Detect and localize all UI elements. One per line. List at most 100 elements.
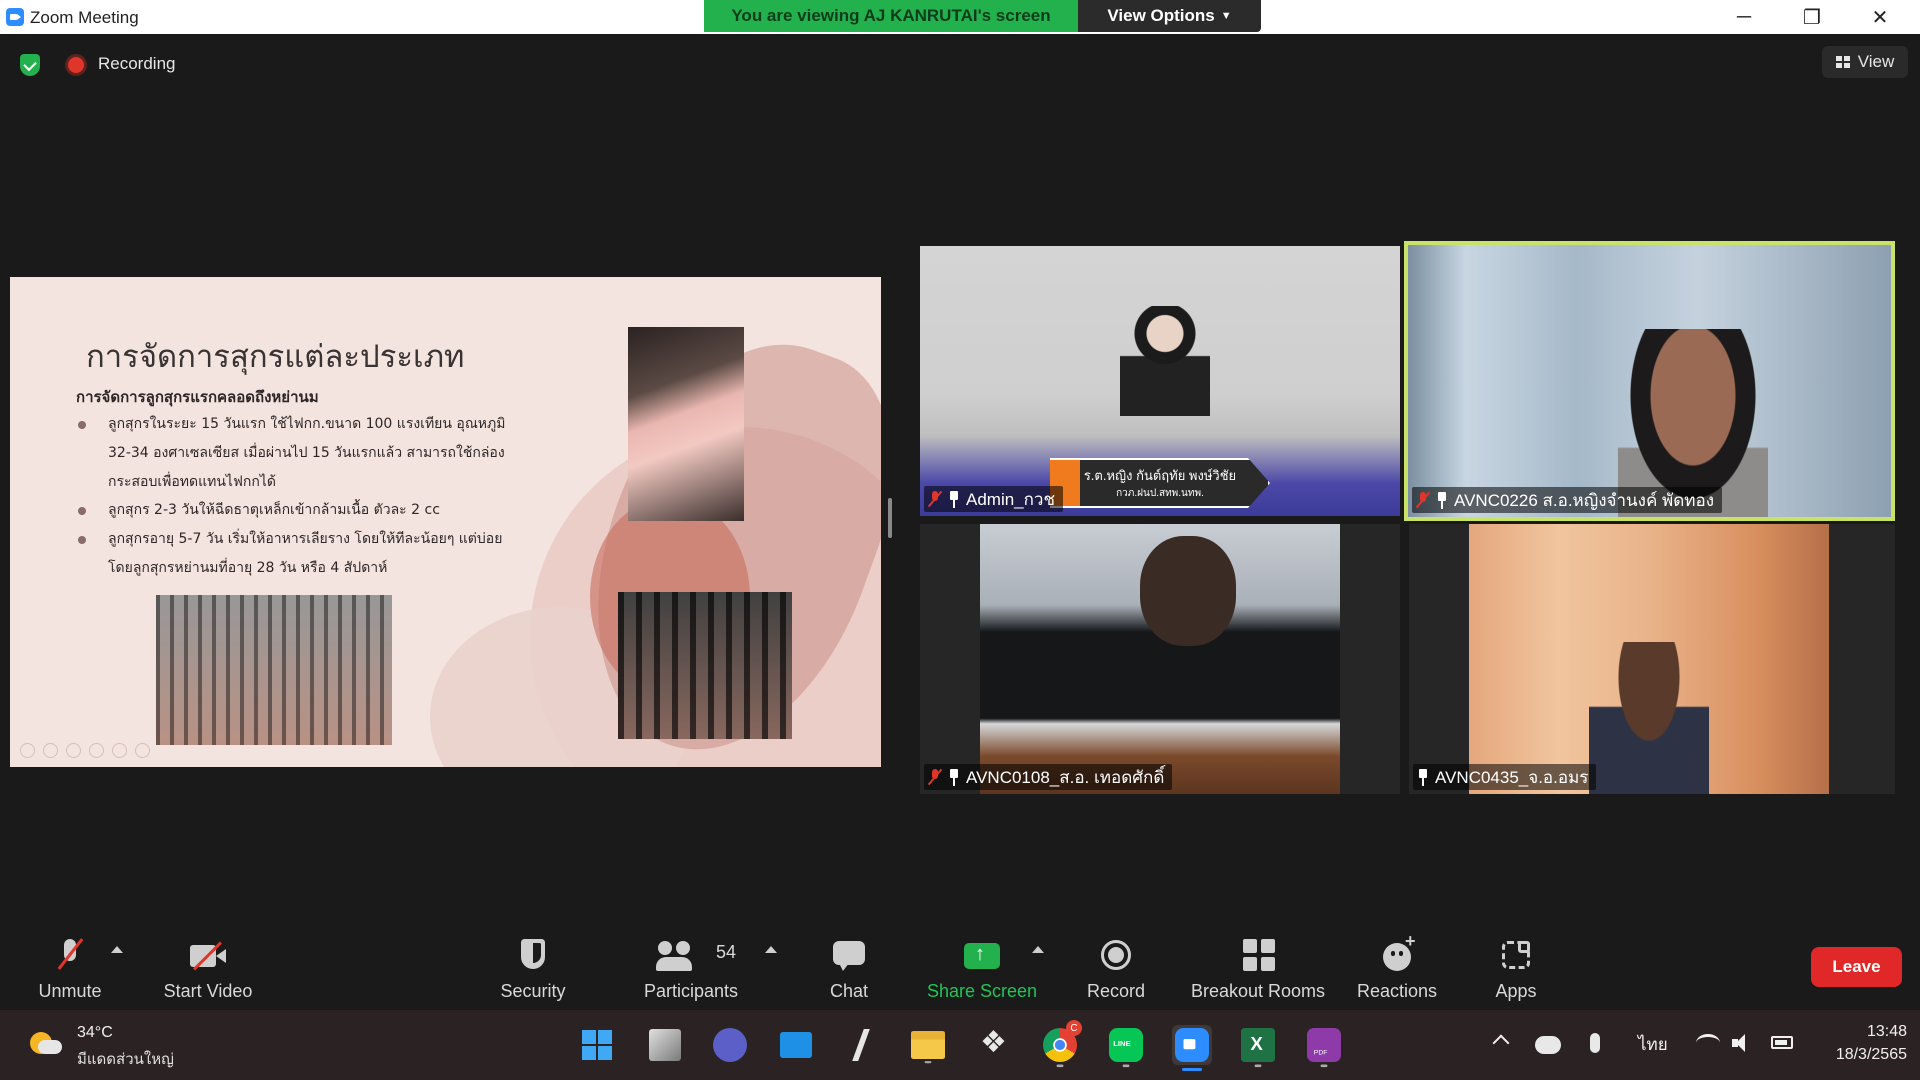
record-icon xyxy=(1096,937,1136,975)
chevron-up-icon[interactable] xyxy=(1490,1028,1512,1050)
participant-figure xyxy=(1589,642,1709,794)
volume-icon[interactable] xyxy=(1732,1034,1752,1052)
excel-icon[interactable] xyxy=(1241,1028,1275,1068)
panel-splitter-handle[interactable] xyxy=(888,498,892,538)
view-options-button[interactable]: View Options ▼ xyxy=(1078,0,1261,32)
share-screen-button[interactable]: Share Screen xyxy=(922,930,1042,1010)
bullet-dot-icon xyxy=(78,536,86,544)
video-tile[interactable]: AVNC0435_จ.อ.อมร xyxy=(1409,524,1895,794)
weather-temperature[interactable]: 34°C xyxy=(77,1024,113,1042)
start-menu-icon[interactable] xyxy=(577,1025,617,1065)
participant-name-bar: AVNC0435_จ.อ.อมร xyxy=(1413,764,1597,790)
battery-icon[interactable] xyxy=(1771,1036,1793,1049)
breakout-rooms-button[interactable]: Breakout Rooms xyxy=(1183,930,1333,1010)
leave-meeting-button[interactable]: Leave xyxy=(1811,947,1902,987)
chat-bubble-icon xyxy=(829,937,869,975)
slide-bullet: ลูกสุกรในระยะ 15 วันแรก ใช้ไฟกก.ขนาด 100… xyxy=(78,410,528,497)
weather-description[interactable]: มีแดดส่วนใหญ่ xyxy=(77,1047,174,1071)
app-bolt-icon[interactable] xyxy=(842,1025,882,1065)
window-title: Zoom Meeting xyxy=(30,8,139,27)
recording-label: Recording xyxy=(98,54,176,73)
participant-figure xyxy=(1120,306,1210,416)
apps-button[interactable]: Apps xyxy=(1478,930,1554,1010)
dropbox-icon[interactable] xyxy=(974,1025,1014,1065)
slide-title: การจัดการสุกรแต่ละประเภท xyxy=(86,339,465,375)
clock-date[interactable]: 18/3/2565 xyxy=(1815,1046,1907,1064)
restore-button[interactable]: ❐ xyxy=(1778,0,1846,34)
participant-name: AVNC0435_จ.อ.อมร xyxy=(1435,767,1589,787)
video-tile-active-speaker[interactable]: AVNC0226 ส.อ.หญิงจำนงค์ พัดทอง xyxy=(1404,241,1895,521)
file-explorer-icon[interactable] xyxy=(911,1031,945,1064)
viewing-screen-banner: You are viewing AJ KANRUTAI's screen xyxy=(704,0,1078,32)
participant-name: Admin_กวช xyxy=(966,489,1056,509)
slide-bullet: ลูกสุกร 2-3 วันให้ฉีดธาตุเหล็กเข้ากล้ามเ… xyxy=(78,496,528,525)
mic-muted-icon xyxy=(928,490,942,508)
video-off-icon xyxy=(188,937,228,975)
share-options-caret-icon[interactable] xyxy=(1032,946,1044,953)
title-bar: Zoom Meeting You are viewing AJ KANRUTAI… xyxy=(0,0,1920,34)
task-view-icon[interactable] xyxy=(649,1029,681,1061)
farrowing-crate-photo xyxy=(618,592,792,739)
pin-icon xyxy=(948,768,960,786)
mic-muted-icon xyxy=(1416,491,1430,509)
pig-pen-photo xyxy=(156,595,392,745)
chat-button[interactable]: Chat xyxy=(810,930,888,1010)
wifi-icon[interactable] xyxy=(1696,1034,1720,1052)
reactions-smiley-icon xyxy=(1377,931,1417,975)
mic-muted-icon xyxy=(928,768,942,786)
start-video-button[interactable]: Start Video xyxy=(150,930,266,1010)
minimize-button[interactable]: ─ xyxy=(1710,0,1778,34)
security-button[interactable]: Security xyxy=(488,930,578,1010)
slide-navigation-controls[interactable] xyxy=(20,743,150,758)
meeting-control-bar: Unmute Start Video Security Participants… xyxy=(0,930,1920,1010)
participant-name-bar: AVNC0226 ส.อ.หญิงจำนงค์ พัดทอง xyxy=(1412,487,1723,513)
participant-name: AVNC0108_ส.อ. เทอดศักดิ์ xyxy=(966,767,1165,787)
view-options-label: View Options xyxy=(1107,6,1215,25)
mail-icon[interactable] xyxy=(780,1032,812,1058)
participant-figure xyxy=(1140,536,1236,646)
grid-view-icon xyxy=(1835,56,1850,68)
encryption-shield-icon[interactable] xyxy=(20,54,40,76)
video-tile[interactable]: AVNC0108_ส.อ. เทอดศักดิ์ xyxy=(920,524,1400,794)
chevron-down-icon: ▼ xyxy=(1220,10,1232,22)
input-language-indicator[interactable]: ไทย xyxy=(1638,1031,1668,1058)
weather-sun-cloud-icon[interactable] xyxy=(30,1030,62,1056)
name-placard: ร.ต.หญิง กันต์ฤทัย พงษ์วิชัย กวภ.ฝนป.สทพ… xyxy=(1050,458,1270,508)
participant-name-bar: AVNC0108_ส.อ. เทอดศักดิ์ xyxy=(924,764,1173,790)
zoom-icon xyxy=(1175,1028,1209,1062)
microphone-muted-icon xyxy=(50,937,90,975)
unmute-button[interactable]: Unmute xyxy=(20,930,120,1010)
record-button[interactable]: Record xyxy=(1072,930,1160,1010)
pin-icon xyxy=(1417,768,1429,786)
reactions-button[interactable]: Reactions xyxy=(1350,930,1444,1010)
slide-bullet: ลูกสุกรอายุ 5-7 วัน เริ่มให้อาหารเลียราง… xyxy=(78,525,528,583)
bullet-dot-icon xyxy=(78,421,86,429)
close-window-button[interactable]: ✕ xyxy=(1846,0,1914,34)
apps-icon xyxy=(1496,937,1536,975)
security-shield-icon xyxy=(513,937,553,975)
onedrive-cloud-icon[interactable] xyxy=(1535,1036,1561,1054)
clock-time[interactable]: 13:48 xyxy=(1855,1023,1907,1041)
view-layout-button[interactable]: View xyxy=(1822,46,1908,78)
participant-name: AVNC0226 ส.อ.หญิงจำนงค์ พัดทอง xyxy=(1454,490,1715,510)
participant-name-bar: Admin_กวช xyxy=(924,486,1064,512)
zoom-app-icon xyxy=(6,8,24,26)
pdf-app-icon[interactable] xyxy=(1307,1028,1341,1068)
audio-options-caret-icon[interactable] xyxy=(111,946,123,953)
teams-chat-icon[interactable] xyxy=(713,1028,747,1062)
line-messenger-icon[interactable] xyxy=(1109,1028,1143,1068)
microphone-icon[interactable] xyxy=(1590,1033,1600,1053)
participants-icon xyxy=(656,937,696,975)
participants-count: 54 xyxy=(716,942,737,962)
zoom-taskbar-slot[interactable] xyxy=(1172,1025,1212,1071)
pin-icon xyxy=(1436,491,1448,509)
bullet-dot-icon xyxy=(78,507,86,515)
view-label: View xyxy=(1857,52,1895,71)
participants-options-caret-icon[interactable] xyxy=(765,946,777,953)
active-app-indicator xyxy=(1182,1068,1202,1071)
recording-dot-icon[interactable] xyxy=(68,57,84,73)
piglet-photo xyxy=(628,327,744,521)
video-tile[interactable]: ร.ต.หญิง กันต์ฤทัย พงษ์วิชัย กวภ.ฝนป.สทพ… xyxy=(920,246,1400,516)
slide-subtitle: การจัดการลูกสุกรแรกคลอดถึงหย่านม xyxy=(76,388,319,406)
pin-icon xyxy=(948,490,960,508)
